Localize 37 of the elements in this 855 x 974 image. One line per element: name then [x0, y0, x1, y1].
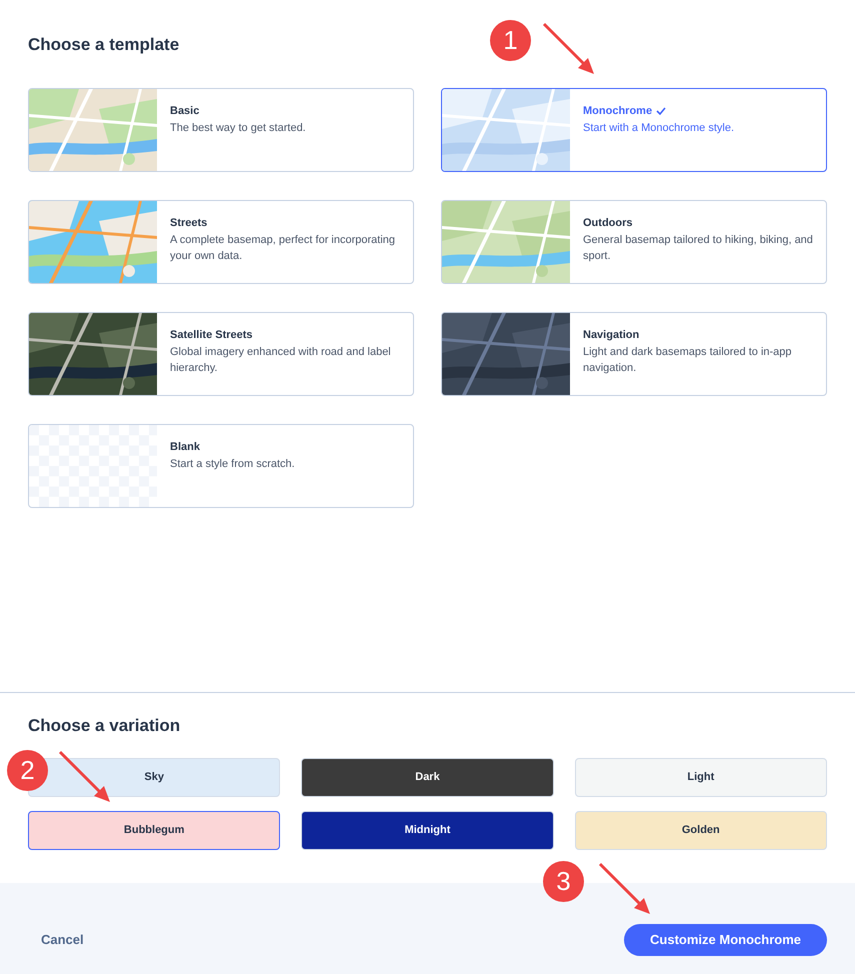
arrow	[542, 22, 594, 74]
template-title: Blank	[170, 440, 200, 454]
template-card[interactable]: Basic The best way to get started.	[28, 88, 414, 172]
template-description: The best way to get started.	[170, 121, 306, 136]
arrow	[598, 862, 650, 914]
template-description: General basemap tailored to hiking, biking, and sport.	[583, 233, 814, 264]
check-icon	[656, 106, 666, 115]
template-card[interactable]: Blank Start a style from scratch.	[28, 424, 414, 508]
variation-button[interactable]: Midnight	[301, 811, 554, 850]
template-title: Monochrome	[583, 104, 652, 118]
template-card[interactable]: Monochrome Start with a Monochrome style.	[441, 88, 827, 172]
section-heading: Choose a variation	[28, 714, 180, 736]
template-title: Satellite Streets	[170, 328, 253, 342]
template-description: Start a style from scratch.	[170, 457, 295, 472]
step-badge: 1	[490, 20, 531, 61]
template-card[interactable]: Navigation Light and dark basemaps tailored to in-app navigation.	[441, 312, 827, 396]
template-title: Outdoors	[583, 216, 632, 230]
arrow	[58, 750, 110, 802]
variation-button[interactable]: Dark	[301, 758, 554, 797]
template-card[interactable]: Streets A complete basemap, perfect for incorporating your own data.	[28, 200, 414, 284]
step-badge: 2	[7, 750, 48, 791]
template-description: Light and dark basemaps tailored to in-app navigation.	[583, 345, 793, 376]
template-title: Navigation	[583, 328, 640, 342]
variation-button[interactable]: Bubblegum	[28, 811, 280, 850]
template-title: Basic	[170, 104, 200, 118]
customize-button[interactable]: Customize Monochrome	[624, 924, 827, 956]
section-heading: Choose a template	[28, 34, 180, 56]
template-card[interactable]: Satellite Streets Global imagery enhanced with road and label hierarchy.	[28, 312, 414, 396]
variation-button[interactable]: Light	[574, 758, 827, 797]
cancel-button[interactable]: Cancel	[28, 930, 97, 950]
template-description: A complete basemap, perfect for incorporating your own data.	[170, 233, 396, 264]
template-title: Streets	[170, 216, 208, 230]
variation-button[interactable]: Golden	[574, 811, 827, 850]
template-card[interactable]: Outdoors General basemap tailored to hiking, biking, and sport.	[441, 200, 827, 284]
template-description: Global imagery enhanced with road and label hierarchy.	[170, 345, 392, 376]
step-badge: 3	[543, 861, 584, 902]
template-description: Start with a Monochrome style.	[583, 121, 734, 136]
